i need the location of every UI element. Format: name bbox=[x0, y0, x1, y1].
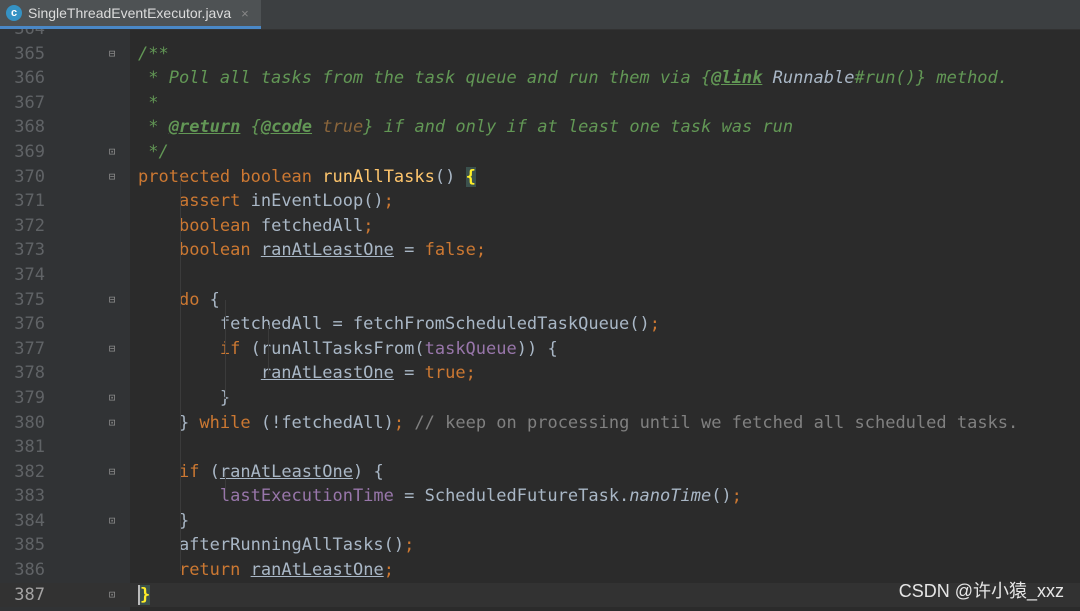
code-text: protected boolean runAllTasks() { bbox=[138, 166, 476, 187]
code-line[interactable]: 375 ⊟ do { bbox=[0, 288, 1080, 313]
code-line[interactable]: 384 ⊡ } bbox=[0, 509, 1080, 534]
code-text: ranAtLeastOne = true; bbox=[260, 363, 476, 384]
code-line[interactable]: 373 boolean ranAtLeastOne = false; bbox=[0, 238, 1080, 263]
line-number: 368 bbox=[14, 117, 45, 138]
code-line[interactable]: 383 lastExecutionTime = ScheduledFutureT… bbox=[0, 484, 1080, 509]
line-number: 373 bbox=[14, 240, 45, 261]
code-text: assert inEventLoop(); bbox=[178, 191, 394, 212]
code-line[interactable]: 376 fetchedAll = fetchFromScheduledTaskQ… bbox=[0, 312, 1080, 337]
line-number: 380 bbox=[14, 412, 45, 433]
code-text: } bbox=[138, 510, 190, 531]
code-text: lastExecutionTime = ScheduledFutureTask.… bbox=[219, 486, 742, 507]
code-text: } bbox=[138, 387, 231, 408]
code-text: * Poll all tasks from the task queue and… bbox=[138, 68, 1009, 89]
code-line[interactable]: 377 ⊟ if (runAllTasksFrom(taskQueue)) { bbox=[0, 337, 1080, 362]
code-text: * bbox=[138, 92, 159, 113]
code-text: do { bbox=[178, 289, 220, 310]
indent-guide bbox=[225, 472, 226, 497]
code-text: if (ranAtLeastOne) { bbox=[178, 461, 384, 482]
fold-marker-icon[interactable]: ⊟ bbox=[105, 47, 119, 61]
line-number: 375 bbox=[14, 289, 45, 310]
editor-tab-bar: c SingleThreadEventExecutor.java × bbox=[0, 0, 1080, 30]
fold-marker-icon[interactable]: ⊟ bbox=[105, 170, 119, 184]
code-text: /** bbox=[138, 43, 169, 64]
file-tab-title: SingleThreadEventExecutor.java bbox=[28, 5, 232, 21]
indent-guide bbox=[225, 300, 226, 399]
code-text: } while (!fetchedAll); // keep on proces… bbox=[138, 412, 1019, 433]
line-number: 367 bbox=[14, 92, 45, 113]
indent-guide bbox=[180, 177, 181, 571]
line-number: 383 bbox=[14, 486, 45, 507]
code-line[interactable]: 385 afterRunningAllTasks(); bbox=[0, 533, 1080, 558]
code-line[interactable]: 371 assert inEventLoop(); bbox=[0, 189, 1080, 214]
file-tab[interactable]: c SingleThreadEventExecutor.java × bbox=[0, 0, 261, 29]
line-number: 377 bbox=[14, 338, 45, 359]
line-number: 381 bbox=[14, 437, 45, 458]
close-icon[interactable]: × bbox=[241, 6, 249, 21]
code-text: } bbox=[138, 584, 151, 605]
fold-marker-icon[interactable]: ⊡ bbox=[105, 145, 119, 159]
line-number: 371 bbox=[14, 191, 45, 212]
fold-marker-icon[interactable]: ⊡ bbox=[105, 391, 119, 405]
code-line[interactable]: 372 boolean fetchedAll; bbox=[0, 214, 1080, 239]
line-number: 365 bbox=[14, 43, 45, 64]
fold-marker-icon[interactable]: ⊡ bbox=[105, 416, 119, 430]
line-number: 384 bbox=[14, 510, 45, 531]
line-number: 379 bbox=[14, 387, 45, 408]
line-number: 366 bbox=[14, 68, 45, 89]
fold-marker-icon[interactable]: ⊟ bbox=[105, 465, 119, 479]
code-text: fetchedAll = fetchFromScheduledTaskQueue… bbox=[138, 314, 660, 335]
line-number: 387 bbox=[14, 584, 45, 605]
code-line[interactable]: 368 * @return {@code true} if and only i… bbox=[0, 115, 1080, 140]
code-line[interactable]: 367 * bbox=[0, 91, 1080, 116]
line-number: 385 bbox=[14, 535, 45, 556]
code-line[interactable]: 364 bbox=[0, 29, 1080, 42]
code-text: boolean fetchedAll; bbox=[178, 215, 374, 236]
line-number: 374 bbox=[14, 264, 45, 285]
code-text: boolean ranAtLeastOne = false; bbox=[178, 240, 487, 261]
code-lines: 364 365 ⊟/** 366 * Poll all tasks from the … bbox=[0, 29, 1080, 608]
code-line[interactable]: 380 ⊡ } while (!fetchedAll); // keep on p… bbox=[0, 411, 1080, 436]
code-line[interactable]: 382 ⊟ if (ranAtLeastOne) { bbox=[0, 460, 1080, 485]
code-text: * @return {@code true} if and only if at… bbox=[138, 117, 794, 138]
code-editor[interactable]: 364 365 ⊟/** 366 * Poll all tasks from the … bbox=[0, 29, 1080, 611]
watermark: CSDN @许小猿_xxz bbox=[898, 581, 1064, 601]
line-number: 376 bbox=[14, 314, 45, 335]
fold-marker-icon[interactable]: ⊟ bbox=[105, 342, 119, 356]
indent-guide bbox=[268, 324, 269, 374]
code-text: */ bbox=[138, 141, 169, 162]
code-text: return ranAtLeastOne; bbox=[178, 560, 394, 581]
fold-marker-icon[interactable]: ⊟ bbox=[105, 293, 119, 307]
fold-marker-icon[interactable]: ⊡ bbox=[105, 588, 119, 602]
code-line[interactable]: 365 ⊟ /** bbox=[0, 42, 1080, 67]
code-line[interactable]: 369 ⊡ */ bbox=[0, 140, 1080, 165]
line-number: 382 bbox=[14, 461, 45, 482]
line-number: 364 bbox=[14, 29, 45, 39]
line-number: 372 bbox=[14, 215, 45, 236]
code-line[interactable]: 366 * Poll all tasks from the task queue… bbox=[0, 66, 1080, 91]
code-text: if (runAllTasksFrom(taskQueue)) { bbox=[219, 338, 558, 359]
java-class-icon: c bbox=[6, 5, 22, 21]
code-line[interactable]: 370 ⊟ protected boolean runAllTasks() { bbox=[0, 165, 1080, 190]
code-line[interactable]: 378 ranAtLeastOne = true; bbox=[0, 361, 1080, 386]
code-line[interactable]: 381 bbox=[0, 435, 1080, 460]
code-line[interactable]: 374 bbox=[0, 263, 1080, 288]
code-line[interactable]: 379 ⊡ } bbox=[0, 386, 1080, 411]
line-number: 369 bbox=[14, 141, 45, 162]
fold-marker-icon[interactable]: ⊡ bbox=[105, 514, 119, 528]
line-number: 386 bbox=[14, 560, 45, 581]
line-number: 378 bbox=[14, 363, 45, 384]
line-number: 370 bbox=[14, 166, 45, 187]
